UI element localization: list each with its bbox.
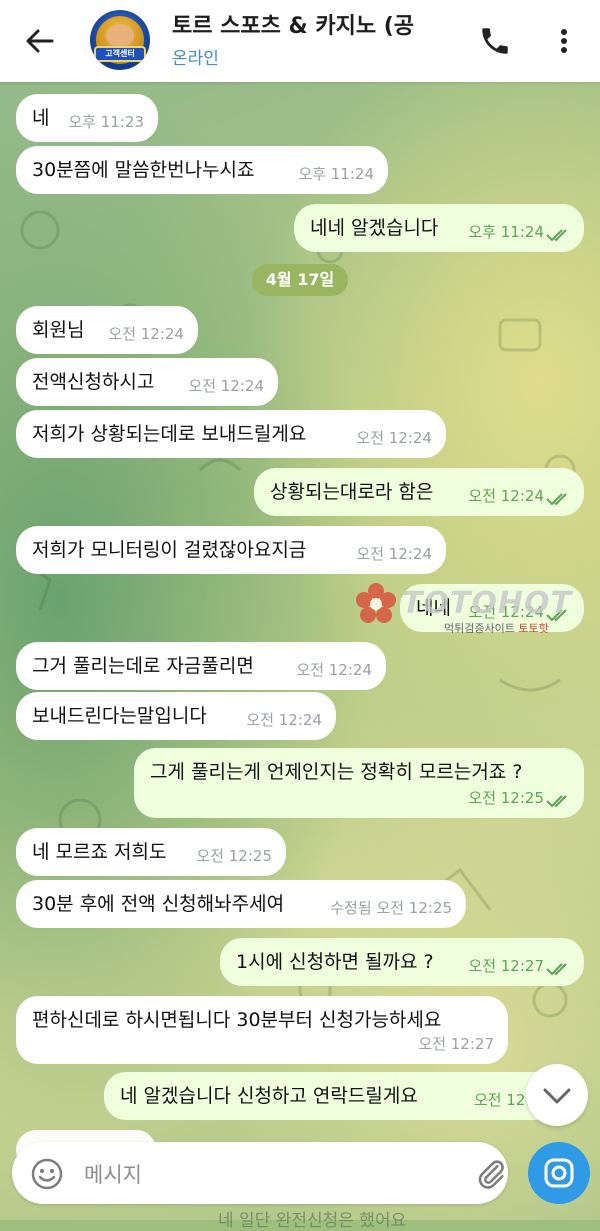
- message-bubble[interactable]: 보내드린다는말입니다 오전 12:24: [16, 692, 336, 740]
- arrow-left-icon: [26, 29, 54, 53]
- emoji-button[interactable]: [30, 1157, 64, 1191]
- call-button[interactable]: [478, 24, 512, 58]
- title-fade: [424, 12, 464, 42]
- message-bubble[interactable]: 네네 알겠습니다 오후 11:24: [294, 204, 584, 252]
- message-bubble[interactable]: 30분쯤에 말씀한번나누시죠 오후 11:24: [16, 146, 388, 194]
- message-time: 오후 11:24: [298, 165, 374, 183]
- watermark-brand-text: TOTOHOT: [402, 586, 573, 621]
- message-time: 수정됨 오전 12:25: [330, 899, 452, 917]
- message-text: 저희가 모니터링이 걸렸잖아요지금: [32, 539, 307, 561]
- message-time: 오전 12:24: [468, 487, 544, 505]
- message-bubble[interactable]: 네 알겠습니다 신청하고 연락드릴게요 오전 12:2: [104, 1072, 584, 1120]
- message-text: 네: [32, 107, 50, 129]
- message-bubble[interactable]: 전액신청하시고 오전 12:24: [16, 358, 278, 406]
- message-time: 오전 12:24: [108, 325, 184, 343]
- message-input[interactable]: 메시지: [84, 1159, 142, 1189]
- more-menu-button[interactable]: [552, 24, 576, 58]
- message-time: 오전 12:24: [356, 429, 432, 447]
- message-bubble[interactable]: 네 모르죠 저희도 오전 12:25: [16, 828, 286, 876]
- message-text: 저희가 상황되는데로 보내드릴게요: [32, 423, 307, 445]
- chat-header: 고객센터 토르 스포츠 & 카지노 (공 온라인: [0, 0, 600, 82]
- message-text: 보내드린다는말입니다: [32, 705, 207, 727]
- chat-title-text: 토르 스포츠 & 카지노 (공: [172, 14, 415, 39]
- message-bubble[interactable]: 네 오후 11:23: [16, 94, 158, 142]
- message-bubble[interactable]: 그거 풀리는데로 자금풀리면 오전 12:24: [16, 642, 386, 690]
- watermark-brand: TOTOHOT: [402, 586, 572, 621]
- avatar-label: 고객센터: [105, 49, 135, 58]
- message-time: 오전 12:24: [188, 377, 264, 395]
- message-bubble[interactable]: 30분 후에 전액 신청해놔주세여 수정됨 오전 12:25: [16, 880, 466, 928]
- more-vert-icon: [561, 29, 567, 53]
- message-time: 오전 12:24: [296, 661, 372, 679]
- message-time: 오전 12:27: [418, 1035, 494, 1053]
- message-text: 1시에 신청하면 될까요 ?: [236, 951, 434, 973]
- message-bubble[interactable]: 회원님 오전 12:24: [16, 306, 198, 354]
- message-time: 오전 12:24: [246, 711, 322, 729]
- message-text: 상황되는대로라 함은: [270, 481, 434, 503]
- message-text: 편하신데로 하시면됩니다 30분부터 신청가능하세요: [32, 1009, 442, 1031]
- message-time: 오후 11:24: [468, 223, 544, 241]
- camera-icon: [544, 1158, 574, 1188]
- double-check-icon: [546, 795, 567, 808]
- message-text: 회원님: [32, 319, 85, 341]
- double-check-icon: [546, 963, 567, 976]
- message-bubble[interactable]: 그게 풀리는게 언제인지는 정확히 모르는거죠 ? 오전 12:25: [134, 748, 584, 818]
- message-text: 네 모르죠 저희도: [32, 841, 167, 863]
- online-status: 온라인: [172, 49, 219, 69]
- message-bubble[interactable]: 저희가 모니터링이 걸렸잖아요지금 오전 12:24: [16, 526, 446, 574]
- emoji-icon: [31, 1158, 63, 1190]
- paperclip-icon: [478, 1160, 504, 1189]
- watermark-sub-red: 토토핫: [518, 622, 549, 635]
- camera-button[interactable]: [528, 1142, 590, 1204]
- message-text: 그거 풀리는데로 자금풀리면: [32, 655, 254, 677]
- attach-button[interactable]: [474, 1156, 508, 1192]
- message-bubble[interactable]: 상황되는대로라 함은 오전 12:24: [254, 468, 584, 516]
- chat-title[interactable]: 토르 스포츠 & 카지노 (공: [172, 12, 464, 42]
- avatar-character: [106, 24, 134, 46]
- message-text: 전액신청하시고: [32, 371, 155, 393]
- chevron-down-icon: [543, 1088, 571, 1104]
- message-bubble[interactable]: 1시에 신청하면 될까요 ? 오전 12:27: [220, 938, 584, 986]
- message-composer: 메시지: [12, 1142, 508, 1204]
- message-text: 네 알겠습니다 신청하고 연락드릴게요: [120, 1085, 418, 1107]
- message-time: 오전 12:25: [468, 789, 544, 807]
- double-check-icon: [546, 229, 567, 242]
- watermark-sub-plain: 먹튀검증사이트: [444, 622, 515, 635]
- message-bubble[interactable]: 저희가 상황되는데로 보내드릴게요 오전 12:24: [16, 410, 446, 458]
- message-bubble[interactable]: 편하신데로 하시면됩니다 30분부터 신청가능하세요 오전 12:27: [16, 996, 508, 1064]
- scroll-to-bottom-button[interactable]: [526, 1064, 588, 1126]
- avatar[interactable]: 고객센터: [90, 10, 150, 70]
- message-text: 네네 알겠습니다: [310, 217, 439, 239]
- date-separator: 4월 17일: [252, 264, 348, 296]
- message-text: 30분쯤에 말씀한번나누시죠: [32, 159, 255, 181]
- message-time: 오전 12:25: [196, 847, 272, 865]
- phone-icon: [482, 28, 508, 54]
- message-time: 오전 12:27: [468, 957, 544, 975]
- watermark-subtitle: 먹튀검증사이트 토토핫: [444, 620, 549, 636]
- partial-message-text: 네 일단 완전신청은 했어요: [218, 1211, 407, 1231]
- message-text: 30분 후에 전액 신청해놔주세여: [32, 893, 285, 915]
- message-time: 오전 12:24: [356, 545, 432, 563]
- message-time: 오후 11:23: [68, 113, 144, 131]
- double-check-icon: [546, 493, 567, 506]
- message-text: 그게 풀리는게 언제인지는 정확히 모르는거죠 ?: [150, 761, 523, 783]
- back-button[interactable]: [22, 24, 58, 58]
- watermark: TOTOHOT 먹튀검증사이트 토토핫: [354, 580, 600, 640]
- watermark-logo-icon: [356, 583, 396, 623]
